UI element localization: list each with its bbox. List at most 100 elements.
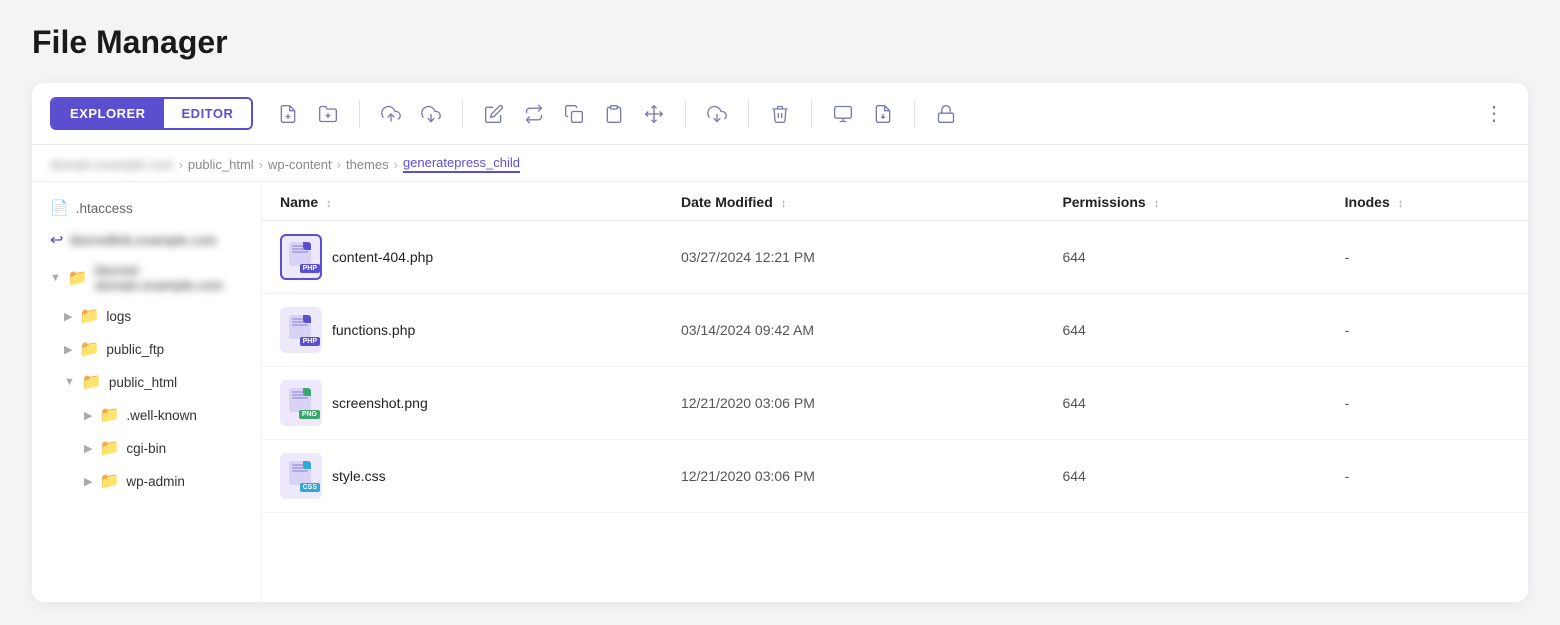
permissions-icon[interactable] xyxy=(931,99,961,129)
page-title: File Manager xyxy=(32,24,1528,61)
tab-editor[interactable]: EDITOR xyxy=(164,99,252,128)
sidebar-item-label: public_ftp xyxy=(106,342,164,357)
table-row[interactable]: PHP functions.php 03/14/2024 09:42 AM 64… xyxy=(262,294,1528,367)
download-icon[interactable] xyxy=(702,99,732,129)
arrow-right-icon: ▶ xyxy=(84,442,92,455)
sidebar: 📄 .htaccess ↩ blurredlink.example.com ▼ … xyxy=(32,182,262,602)
file-name: screenshot.png xyxy=(332,395,428,411)
file-manager-container: EXPLORER EDITOR xyxy=(32,83,1528,602)
sidebar-item-label: blurredlink.example.com xyxy=(70,233,216,248)
col-header-date[interactable]: Date Modified ↕ xyxy=(663,182,1044,221)
sidebar-item-label: .well-known xyxy=(126,408,197,423)
upload-icon[interactable] xyxy=(376,99,406,129)
folder-open-icon: 📁 xyxy=(68,268,88,288)
breadcrumb-themes[interactable]: themes xyxy=(346,157,389,172)
file-date: 03/27/2024 12:21 PM xyxy=(663,221,1044,294)
breadcrumb-domain[interactable]: domain.example.com xyxy=(50,157,174,172)
folder-icon: 📁 xyxy=(99,438,119,458)
arrow-down-icon: ▼ xyxy=(50,272,61,284)
compress-icon[interactable] xyxy=(828,99,858,129)
folder-icon: 📁 xyxy=(99,471,119,491)
file-inodes: - xyxy=(1327,221,1528,294)
tab-group: EXPLORER EDITOR xyxy=(50,97,253,130)
sort-inodes-icon: ↕ xyxy=(1398,196,1404,210)
sort-date-icon: ↕ xyxy=(781,196,787,210)
toolbar-separator-5 xyxy=(811,100,812,128)
download-file-icon[interactable] xyxy=(416,99,446,129)
rename-icon[interactable] xyxy=(519,99,549,129)
file-icon: 📄 xyxy=(50,199,69,217)
arrow-right-icon: ▶ xyxy=(64,310,72,323)
breadcrumb-wp-content[interactable]: wp-content xyxy=(268,157,332,172)
arrow-right-icon: ▶ xyxy=(84,409,92,422)
toolbar-separator-4 xyxy=(748,100,749,128)
copy-icon[interactable] xyxy=(559,99,589,129)
folder-open-icon: 📁 xyxy=(82,372,102,392)
sidebar-item-public-html[interactable]: ▼ 📁 public_html xyxy=(36,366,257,398)
file-date: 12/21/2020 03:06 PM xyxy=(663,367,1044,440)
file-name: content-404.php xyxy=(332,249,433,265)
file-list: Name ↕ Date Modified ↕ Permissions ↕ Ino… xyxy=(262,182,1528,602)
table-row[interactable]: CSS style.css 12/21/2020 03:06 PM 644 - xyxy=(262,440,1528,513)
sidebar-item-label: .htaccess xyxy=(76,201,133,216)
sort-perms-icon: ↕ xyxy=(1154,196,1160,210)
sidebar-item-well-known[interactable]: ▶ 📁 .well-known xyxy=(36,399,257,431)
file-table: Name ↕ Date Modified ↕ Permissions ↕ Ino… xyxy=(262,182,1528,513)
file-permissions: 644 xyxy=(1044,221,1326,294)
fm-body: 📄 .htaccess ↩ blurredlink.example.com ▼ … xyxy=(32,182,1528,602)
folder-icon: 📁 xyxy=(99,405,119,425)
sort-name-icon: ↕ xyxy=(326,196,332,210)
new-folder-icon[interactable] xyxy=(313,99,343,129)
file-date: 12/21/2020 03:06 PM xyxy=(663,440,1044,513)
extract-icon[interactable] xyxy=(868,99,898,129)
breadcrumb-generatepress-child[interactable]: generatepress_child xyxy=(403,155,520,173)
sidebar-item-label: blurred-domain.example.com xyxy=(95,263,243,293)
arrow-right-icon: ▶ xyxy=(84,475,92,488)
folder-icon: 📁 xyxy=(79,306,99,326)
file-permissions: 644 xyxy=(1044,367,1326,440)
arrow-right-icon: ▶ xyxy=(64,343,72,356)
file-inodes: - xyxy=(1327,367,1528,440)
arrow-down-icon: ▼ xyxy=(64,376,75,388)
more-options-icon[interactable]: ⋮ xyxy=(1480,101,1510,126)
col-header-name[interactable]: Name ↕ xyxy=(262,182,663,221)
sidebar-item-cgi-bin[interactable]: ▶ 📁 cgi-bin xyxy=(36,432,257,464)
file-permissions: 644 xyxy=(1044,294,1326,367)
tab-explorer[interactable]: EXPLORER xyxy=(52,99,164,128)
toolbar-separator-6 xyxy=(914,100,915,128)
sidebar-item-logs[interactable]: ▶ 📁 logs xyxy=(36,300,257,332)
sidebar-item-domain-folder[interactable]: ▼ 📁 blurred-domain.example.com xyxy=(36,257,257,299)
breadcrumb-public-html[interactable]: public_html xyxy=(188,157,254,172)
edit-icon[interactable] xyxy=(479,99,509,129)
table-row[interactable]: PHP content-404.php 03/27/2024 12:21 PM … xyxy=(262,221,1528,294)
toolbar: EXPLORER EDITOR xyxy=(32,83,1528,145)
table-row[interactable]: PNG screenshot.png 12/21/2020 03:06 PM 6… xyxy=(262,367,1528,440)
col-header-inodes[interactable]: Inodes ↕ xyxy=(1327,182,1528,221)
folder-icon: 📁 xyxy=(79,339,99,359)
file-name-cell: PHP content-404.php xyxy=(280,234,645,280)
toolbar-separator-2 xyxy=(462,100,463,128)
toolbar-separator-3 xyxy=(685,100,686,128)
toolbar-separator-1 xyxy=(359,100,360,128)
breadcrumb: domain.example.com › public_html › wp-co… xyxy=(32,145,1528,182)
file-permissions: 644 xyxy=(1044,440,1326,513)
sidebar-item-label: public_html xyxy=(109,375,177,390)
file-name: functions.php xyxy=(332,322,415,338)
sidebar-item-label: cgi-bin xyxy=(126,441,166,456)
delete-icon[interactable] xyxy=(765,99,795,129)
col-header-permissions[interactable]: Permissions ↕ xyxy=(1044,182,1326,221)
paste-icon[interactable] xyxy=(599,99,629,129)
file-name-cell: CSS style.css xyxy=(280,453,645,499)
sidebar-item-wp-admin[interactable]: ▶ 📁 wp-admin xyxy=(36,465,257,497)
file-date: 03/14/2024 09:42 AM xyxy=(663,294,1044,367)
link-icon: ↩ xyxy=(50,230,63,250)
file-name: style.css xyxy=(332,468,386,484)
move-icon[interactable] xyxy=(639,99,669,129)
new-file-icon[interactable] xyxy=(273,99,303,129)
sidebar-item-link-blurred[interactable]: ↩ blurredlink.example.com xyxy=(36,224,257,256)
sidebar-item-htaccess[interactable]: 📄 .htaccess xyxy=(36,193,257,223)
file-name-cell: PHP functions.php xyxy=(280,307,645,353)
file-name-cell: PNG screenshot.png xyxy=(280,380,645,426)
sidebar-item-public-ftp[interactable]: ▶ 📁 public_ftp xyxy=(36,333,257,365)
sidebar-item-label: logs xyxy=(106,309,131,324)
